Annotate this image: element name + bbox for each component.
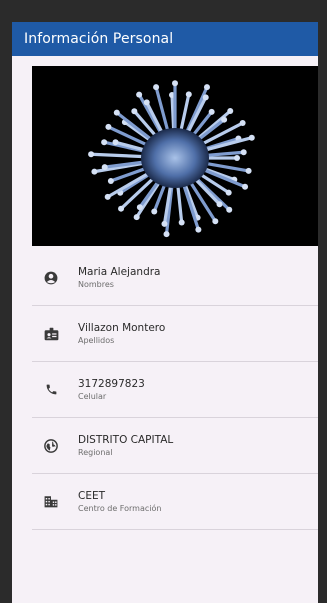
virus-spike-tip [136, 91, 143, 98]
virus-spike-tip [172, 80, 178, 87]
business-icon [40, 491, 62, 513]
virus-spike-tip [216, 201, 223, 208]
device-frame: Información Personal Maria Alejandra Nom… [0, 0, 327, 603]
list-item-apellidos[interactable]: Villazon Montero Apellidos [32, 306, 318, 362]
virus-spike-tip [239, 120, 246, 127]
apellidos-value: Villazon Montero [78, 322, 166, 334]
virus-spike-tip [153, 84, 160, 91]
virus-spike-tip [133, 214, 140, 221]
regional-label: Regional [78, 448, 113, 457]
virus-spike-tip [113, 109, 120, 116]
virus-spike-tip [221, 116, 228, 123]
virus-spike-tip [245, 167, 252, 174]
celular-label: Celular [78, 392, 107, 401]
regional-value: DISTRITO CAPITAL [78, 434, 174, 446]
page-title: Información Personal [24, 31, 174, 47]
virus-spike-tip [88, 151, 95, 158]
virus-core [141, 128, 209, 188]
virus-image [32, 66, 318, 246]
list-item-nombres[interactable]: Maria Alejandra Nombres [32, 250, 318, 306]
virus-spike-tip [104, 193, 111, 200]
centro-value: CEET [78, 490, 106, 502]
virus-spike-tip [143, 99, 150, 106]
list-item-regional[interactable]: DISTRITO CAPITAL Regional [32, 418, 318, 474]
centro-label: Centro de Formación [78, 504, 162, 513]
virus-spike-tip [212, 218, 219, 225]
nombres-value: Maria Alejandra [78, 266, 161, 278]
personal-info-list: Maria Alejandra Nombres Villazon Montero… [32, 250, 318, 530]
apellidos-label: Apellidos [78, 336, 115, 345]
virus-spike-tip [178, 219, 185, 226]
nombres-label: Nombres [78, 280, 114, 289]
virus-spike-tip [248, 134, 255, 141]
virus-spike-tip [240, 149, 247, 156]
virus-spike-tip [118, 205, 125, 212]
virus-spike-tip [91, 168, 98, 175]
virus-spike-tip [131, 108, 138, 115]
virus-spike-tip [163, 231, 170, 238]
virus-spike-tip [242, 183, 249, 190]
virus-spike-tip [151, 208, 158, 215]
account-circle-icon [40, 267, 62, 289]
virus-spike-tip [105, 123, 112, 130]
virus-spike-tip [161, 220, 168, 227]
virus-spike-tip [227, 108, 234, 115]
badge-icon [40, 323, 62, 345]
app-screen: Información Personal Maria Alejandra Nom… [12, 22, 318, 603]
virus-spike-tip [234, 155, 240, 161]
virus-spike-tip [208, 108, 215, 115]
virus-spike-tip [195, 226, 202, 233]
virus-spike-tip [107, 177, 114, 184]
virus-spike-tip [101, 164, 108, 171]
virus-spike-tip [203, 84, 210, 91]
virus-spike-tip [225, 189, 232, 196]
virus-spike-tip [202, 94, 209, 101]
virus-spike-tip [101, 139, 108, 146]
celular-value: 3172897823 [78, 378, 145, 390]
virus-spike-tip [112, 139, 119, 146]
virus-spike-tip [226, 206, 233, 213]
list-item-celular[interactable]: 3172897823 Celular [32, 362, 318, 418]
globe-icon [40, 435, 62, 457]
app-bar: Información Personal [12, 22, 318, 56]
phone-icon [40, 379, 62, 401]
virus-spike-tip [185, 91, 192, 98]
list-item-centro[interactable]: CEET Centro de Formación [32, 474, 318, 530]
virus-spike-tip [136, 204, 143, 211]
